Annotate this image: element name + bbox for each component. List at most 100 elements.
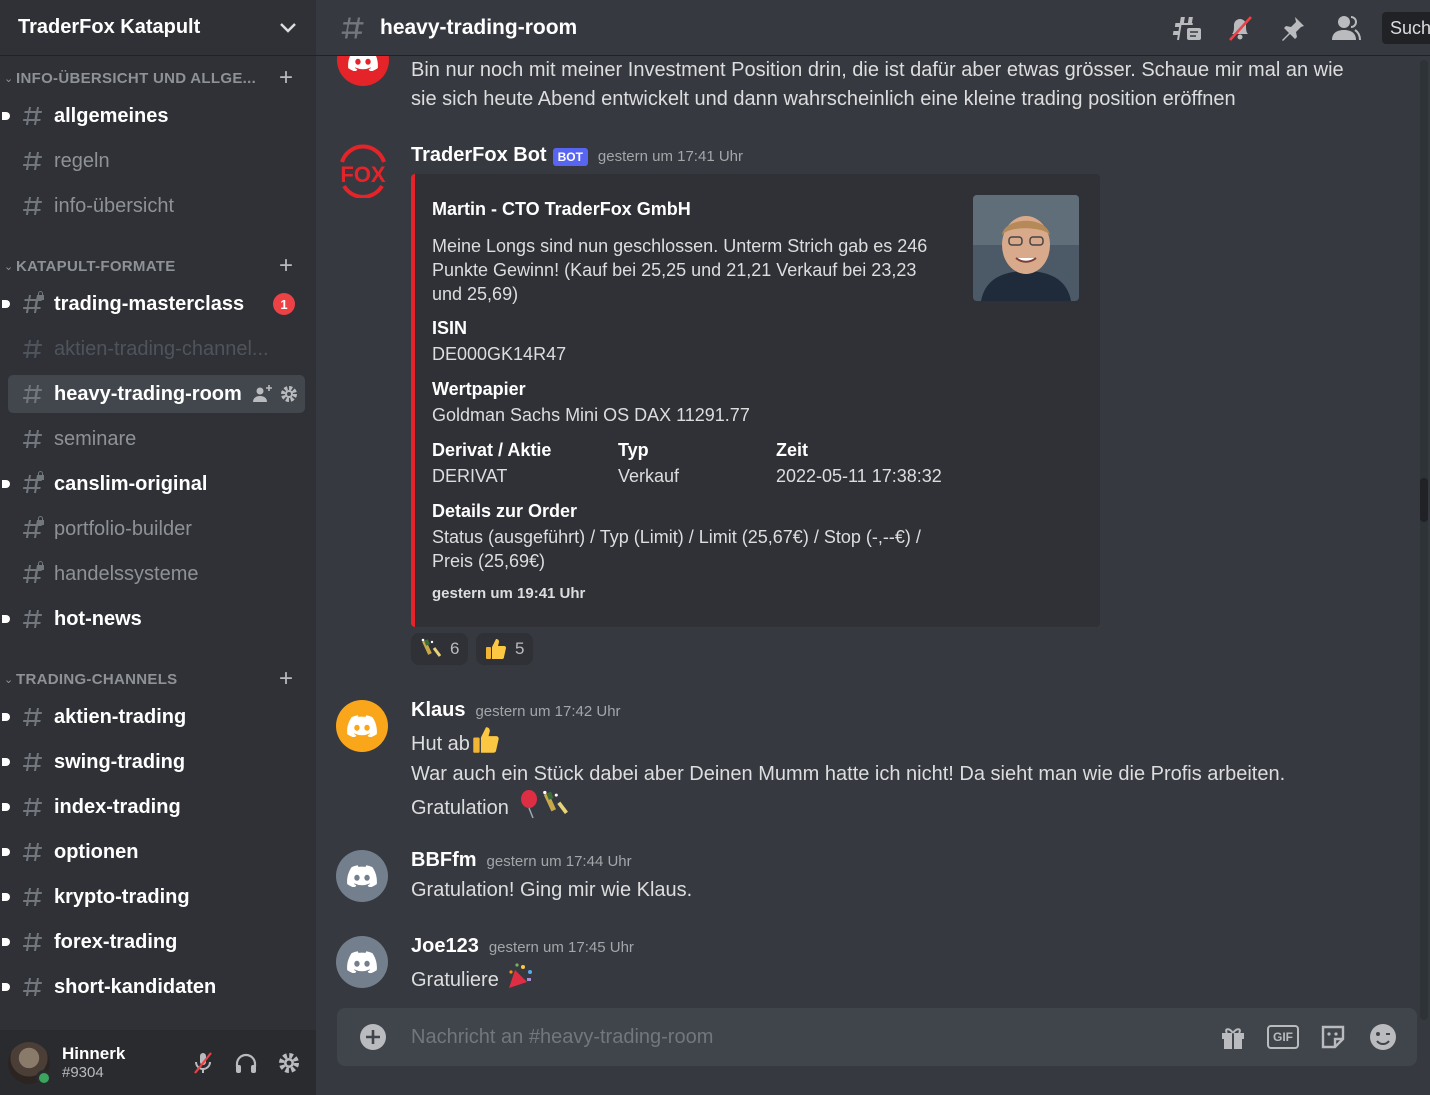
member-list-icon[interactable] (1329, 11, 1363, 45)
mute-microphone-icon[interactable] (187, 1047, 219, 1079)
category-katapult-formate[interactable]: ⌄ KATAPULT-FORMATE + (0, 254, 316, 278)
message-input[interactable] (411, 1025, 1217, 1049)
channel-krypto-trading[interactable]: krypto-trading (2, 878, 305, 916)
field-value: 2022-05-11 17:38:32 (776, 466, 942, 486)
field-value: DERIVAT (432, 466, 508, 486)
hash-icon (20, 975, 44, 999)
channel-label: hot-news (54, 607, 142, 630)
reaction-count: 5 (515, 639, 525, 658)
message-line: Hut ab (411, 733, 470, 755)
channel-optionen[interactable]: optionen (2, 833, 305, 871)
gif-button[interactable]: GIF (1267, 1021, 1299, 1053)
timestamp: gestern um 17:42 Uhr (475, 703, 621, 720)
gear-icon[interactable] (279, 384, 299, 404)
message-composer: GIF (337, 1008, 1417, 1066)
channel-regeln[interactable]: regeln (8, 142, 305, 180)
channel-sidebar: TraderFox Katapult ⌄ INFO-ÜBERSICHT UND … (0, 0, 316, 1095)
channel-heavy-trading-room[interactable]: heavy-trading-room (8, 375, 305, 413)
channel-seminare[interactable]: seminare (8, 420, 305, 458)
channel-trading-masterclass[interactable]: trading-masterclass 1 (2, 285, 305, 323)
avatar[interactable] (336, 850, 388, 902)
unread-indicator (2, 803, 10, 811)
add-channel-icon[interactable]: + (274, 667, 298, 691)
gift-icon[interactable] (1217, 1021, 1249, 1053)
category-trading-channels[interactable]: ⌄ TRADING-CHANNELS + (0, 667, 316, 691)
author-name[interactable]: TraderFox Bot (411, 144, 547, 167)
embed-title: Martin - CTO TraderFox GmbH (432, 199, 691, 219)
channel-title: heavy-trading-room (380, 15, 578, 39)
search-input[interactable]: Such (1382, 11, 1430, 44)
add-channel-icon[interactable]: + (274, 66, 298, 90)
unread-indicator (2, 758, 10, 766)
field-name: ISIN (432, 318, 468, 338)
unread-indicator (2, 713, 10, 721)
category-info[interactable]: ⌄ INFO-ÜBERSICHT UND ALLGE... + (0, 66, 316, 90)
author-name[interactable]: Klaus (411, 699, 465, 722)
hash-icon (20, 149, 44, 173)
channel-index-trading[interactable]: index-trading (2, 788, 305, 826)
sticker-icon[interactable] (1317, 1021, 1349, 1053)
channel-label: seminare (54, 427, 137, 450)
champagne-icon (541, 790, 569, 827)
channel-portfolio-builder[interactable]: portfolio-builder (8, 510, 305, 548)
channel-aktien-trading-channel[interactable]: aktien-trading-channel... (8, 330, 305, 368)
field-name: Wertpapier (432, 379, 526, 399)
locked-hash-icon (20, 471, 44, 496)
embed-thumbnail[interactable] (973, 195, 1079, 301)
hash-icon (338, 14, 366, 42)
channel-label: aktien-trading (54, 705, 187, 728)
channel-label: krypto-trading (54, 885, 190, 908)
channel-swing-trading[interactable]: swing-trading (2, 743, 305, 781)
avatar[interactable] (337, 56, 389, 86)
channel-label: short-kandidaten (54, 975, 217, 998)
server-header[interactable]: TraderFox Katapult (0, 0, 316, 56)
channel-label: regeln (54, 149, 110, 172)
scrollbar-thumb[interactable] (1420, 478, 1428, 522)
user-info[interactable]: Hinnerk #9304 (62, 1044, 187, 1081)
traderfox-logo-avatar[interactable]: FOX (336, 144, 390, 198)
confetti-icon (505, 962, 535, 999)
channel-short-kandidaten[interactable]: short-kandidaten (2, 968, 305, 1006)
mention-badge: 1 (273, 293, 295, 315)
chevron-down-icon[interactable] (278, 18, 298, 38)
author-name[interactable]: BBFfm (411, 849, 477, 872)
gear-icon[interactable] (273, 1047, 305, 1079)
reaction-champagne[interactable]: 6 (411, 633, 469, 665)
unread-indicator (2, 480, 10, 488)
svg-text:FOX: FOX (340, 162, 386, 187)
channel-aktien-trading[interactable]: aktien-trading (2, 698, 305, 736)
message-text: Gratuliere (411, 962, 535, 999)
hash-icon (20, 194, 44, 218)
channel-label: handelssysteme (54, 562, 199, 585)
channel-canslim-original[interactable]: canslim-original (2, 465, 305, 503)
channel-info-uebersicht[interactable]: info-übersicht (8, 187, 305, 225)
author-name[interactable]: Joe123 (411, 935, 479, 958)
reaction-thumbs-up[interactable]: 5 (476, 633, 534, 665)
notification-muted-icon[interactable] (1223, 11, 1257, 45)
field-value: Status (ausgeführt) / Typ (Limit) / Limi… (432, 527, 921, 571)
username: Hinnerk (62, 1044, 126, 1063)
scrollbar-track[interactable] (1420, 60, 1428, 1020)
channel-handelssysteme[interactable]: handelssysteme (8, 555, 305, 593)
channel-hot-news[interactable]: hot-news (2, 600, 305, 638)
avatar[interactable] (336, 700, 388, 752)
channel-label: trading-masterclass (54, 292, 245, 315)
avatar[interactable] (336, 936, 388, 988)
message-text: Hut ab (411, 726, 500, 763)
channel-label: allgemeines (54, 104, 169, 127)
add-attachment-icon[interactable] (359, 1023, 387, 1051)
threads-icon[interactable] (1170, 11, 1204, 45)
emoji-picker-icon[interactable] (1367, 1021, 1399, 1053)
pin-icon[interactable] (1276, 11, 1310, 45)
add-member-icon[interactable] (253, 384, 273, 404)
message-text: Gratulation! Ging mir wie Klaus. (411, 879, 693, 901)
headphones-icon[interactable] (230, 1047, 262, 1079)
add-channel-icon[interactable]: + (274, 254, 298, 278)
unread-indicator (2, 112, 10, 120)
field-name: Typ (618, 440, 649, 460)
channel-forex-trading[interactable]: forex-trading (2, 923, 305, 961)
channel-allgemeines[interactable]: allgemeines (2, 97, 305, 135)
hash-icon (20, 750, 44, 774)
avatar[interactable] (8, 1041, 52, 1086)
field-name: Derivat / Aktie (432, 440, 552, 460)
